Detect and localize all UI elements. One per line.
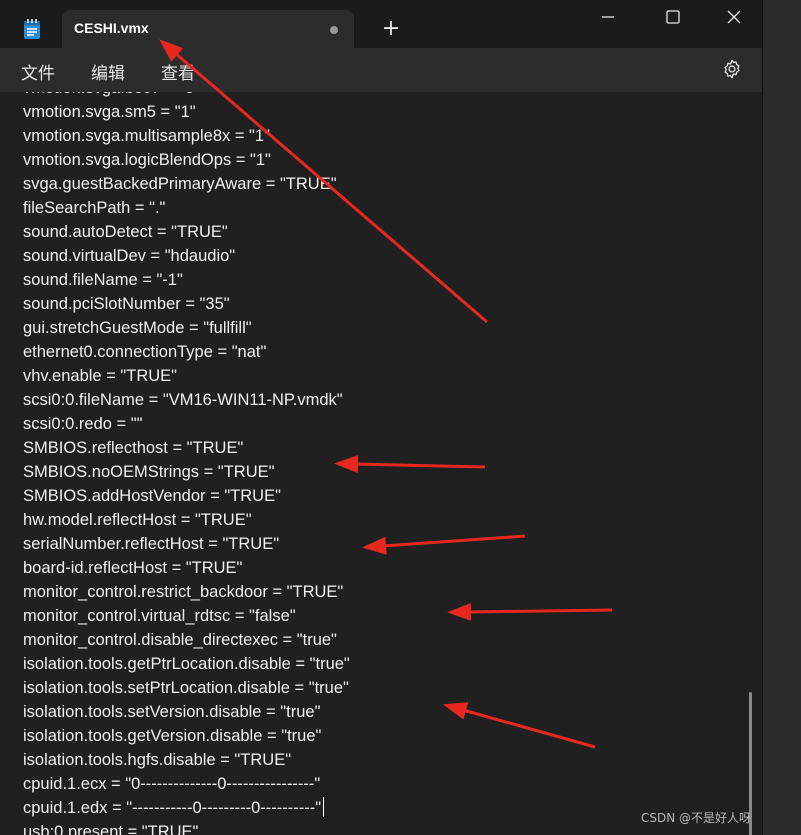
editor-line: vmotion.svga.logicBlendOps = "1" bbox=[23, 151, 271, 169]
editor-line: monitor_control.disable_directexec = "tr… bbox=[23, 631, 337, 649]
text-caret bbox=[323, 797, 325, 817]
editor-line: svga.guestBackedPrimaryAware = "TRUE" bbox=[23, 175, 337, 193]
editor-line: sound.fileName = "-1" bbox=[23, 271, 183, 289]
text-editor[interactable]: vmotion.svga.bc67 = "9" vmotion.svga.sm5 … bbox=[0, 92, 762, 835]
gear-icon[interactable] bbox=[721, 58, 743, 80]
close-icon[interactable] bbox=[723, 6, 745, 28]
editor-line: scsi0:0.fileName = "VM16-WIN11-NP.vmdk" bbox=[23, 391, 343, 409]
editor-line: vmotion.svga.sm5 = "1" bbox=[23, 103, 196, 121]
editor-line: SMBIOS.addHostVendor = "TRUE" bbox=[23, 487, 281, 505]
editor-line: vmotion.svga.multisample8x = "1" bbox=[23, 127, 270, 145]
editor-line: gui.stretchGuestMode = "fullfill" bbox=[23, 319, 252, 337]
tab-ceshi-vmx[interactable]: CESHI.vmx bbox=[62, 10, 354, 48]
editor-line: sound.virtualDev = "hdaudio" bbox=[23, 247, 236, 265]
editor-line: SMBIOS.reflecthost = "TRUE" bbox=[23, 439, 244, 457]
editor-line: isolation.tools.setVersion.disable = "tr… bbox=[23, 703, 321, 721]
background-window-edge bbox=[762, 0, 801, 835]
editor-line: ethernet0.connectionType = "nat" bbox=[23, 343, 267, 361]
editor-line: SMBIOS.noOEMStrings = "TRUE" bbox=[23, 463, 275, 481]
menu-edit[interactable]: 编辑 bbox=[91, 59, 125, 84]
editor-line: isolation.tools.getVersion.disable = "tr… bbox=[23, 727, 322, 745]
watermark: CSDN @不是好人呀 bbox=[641, 811, 752, 825]
editor-line: board-id.reflectHost = "TRUE" bbox=[23, 559, 243, 577]
maximize-icon[interactable] bbox=[662, 6, 684, 28]
editor-lines: vmotion.svga.bc67 = "9" vmotion.svga.sm5 … bbox=[23, 92, 350, 835]
editor-line: serialNumber.reflectHost = "TRUE" bbox=[23, 535, 280, 553]
unsaved-dot-icon[interactable] bbox=[330, 26, 338, 34]
editor-line: vhv.enable = "TRUE" bbox=[23, 367, 178, 385]
editor-line: monitor_control.restrict_backdoor = "TRU… bbox=[23, 583, 344, 601]
notepad-window: CESHI.vmx + 文件 编辑 查看 vmotion.svga.bc67 =… bbox=[0, 0, 762, 835]
editor-line: isolation.tools.setPtrLocation.disable =… bbox=[23, 679, 349, 697]
menu-bar: 文件 编辑 查看 bbox=[0, 48, 762, 92]
editor-line: sound.autoDetect = "TRUE" bbox=[23, 223, 228, 241]
title-bar: CESHI.vmx + bbox=[0, 0, 762, 48]
tab-title: CESHI.vmx bbox=[74, 20, 149, 36]
editor-line: vmotion.svga.bc67 = "9" bbox=[23, 92, 350, 100]
editor-line: scsi0:0.redo = "" bbox=[23, 415, 143, 433]
editor-line: hw.model.reflectHost = "TRUE" bbox=[23, 511, 252, 529]
new-tab-button[interactable]: + bbox=[380, 18, 402, 40]
menu-file[interactable]: 文件 bbox=[21, 59, 55, 84]
editor-line: monitor_control.virtual_rdtsc = "false" bbox=[23, 607, 296, 625]
minimize-icon[interactable] bbox=[597, 6, 619, 28]
editor-line: cpuid.1.edx = "-----------0---------0---… bbox=[23, 796, 350, 820]
notepad-app-icon bbox=[24, 19, 40, 39]
editor-line: isolation.tools.hgfs.disable = "TRUE" bbox=[23, 751, 292, 769]
editor-line: isolation.tools.getPtrLocation.disable =… bbox=[23, 655, 350, 673]
editor-line: cpuid.1.ecx = "0--------------0---------… bbox=[23, 775, 321, 793]
editor-line: fileSearchPath = "." bbox=[23, 199, 166, 217]
editor-line: usb:0.present = "TRUE" bbox=[23, 823, 199, 835]
menu-view[interactable]: 查看 bbox=[161, 59, 195, 84]
editor-line: sound.pciSlotNumber = "35" bbox=[23, 295, 230, 313]
